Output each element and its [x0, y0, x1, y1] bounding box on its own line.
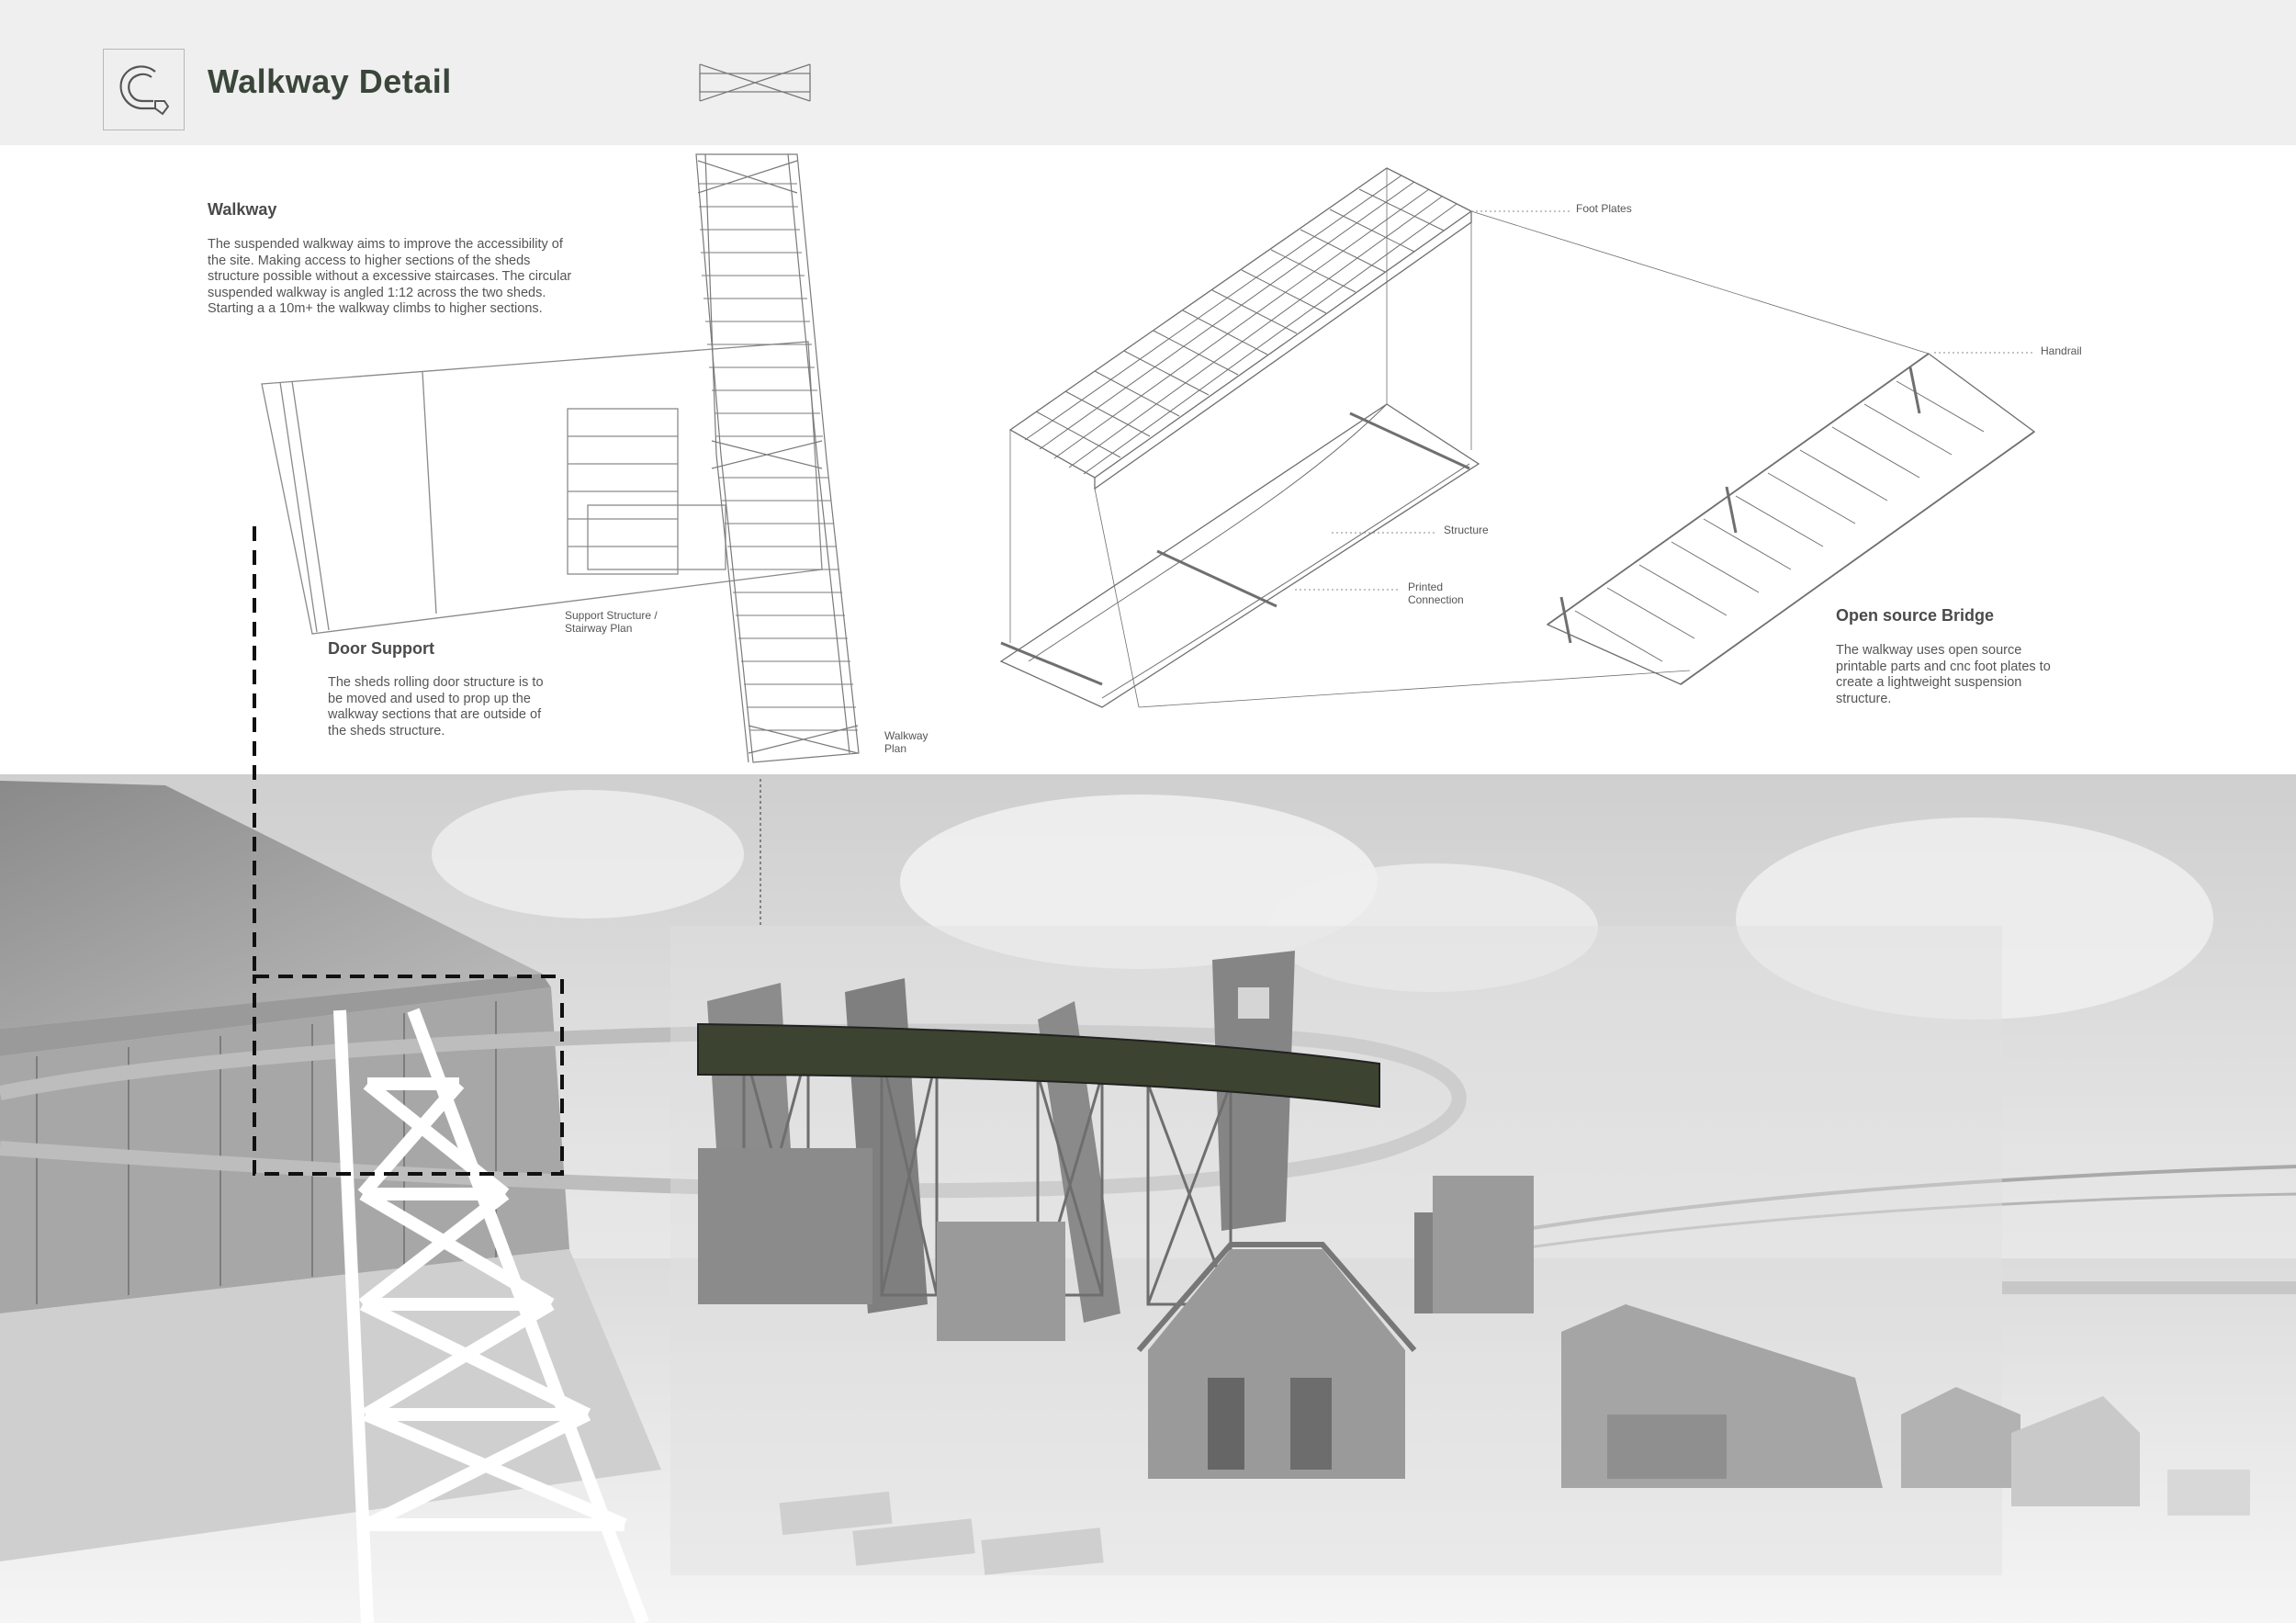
structure-label: Structure — [1444, 524, 1489, 536]
printed-connection-label-line-2: Connection — [1408, 593, 1464, 606]
walkway-heading: Walkway — [208, 200, 277, 219]
support-structure-label-line-2: Stairway Plan — [565, 622, 633, 635]
door-support-heading: Door Support — [328, 639, 434, 658]
foot-plates-label: Foot Plates — [1576, 202, 1632, 215]
handrail-label: Handrail — [2041, 344, 2082, 357]
walkway-plan-label-line-1: Walkway — [884, 729, 929, 742]
walkway-elevation-icon — [699, 63, 811, 102]
open-source-heading: Open source Bridge — [1836, 606, 1995, 625]
support-structure-label: Support Structure / Stairway Plan — [565, 609, 658, 635]
walkway-plan-label-line-2: Plan — [884, 742, 907, 755]
open-source-description: The walkway uses open source printable p… — [1836, 643, 2051, 706]
printed-connection-label-line-1: Printed — [1408, 580, 1444, 593]
walkway-plan-drawing — [695, 153, 860, 763]
walkway-description: The suspended walkway aims to improve th… — [208, 237, 572, 316]
shed-plan-drawing — [261, 341, 823, 635]
exploded-axonometric-drawing — [999, 167, 2036, 708]
walkway-plan-label: Walkway Plan — [884, 729, 929, 755]
printed-connection-label: Printed Connection — [1408, 580, 1464, 606]
door-support-description: The sheds rolling door structure is to b… — [328, 675, 544, 738]
support-structure-label-line-1: Support Structure / — [565, 609, 658, 622]
